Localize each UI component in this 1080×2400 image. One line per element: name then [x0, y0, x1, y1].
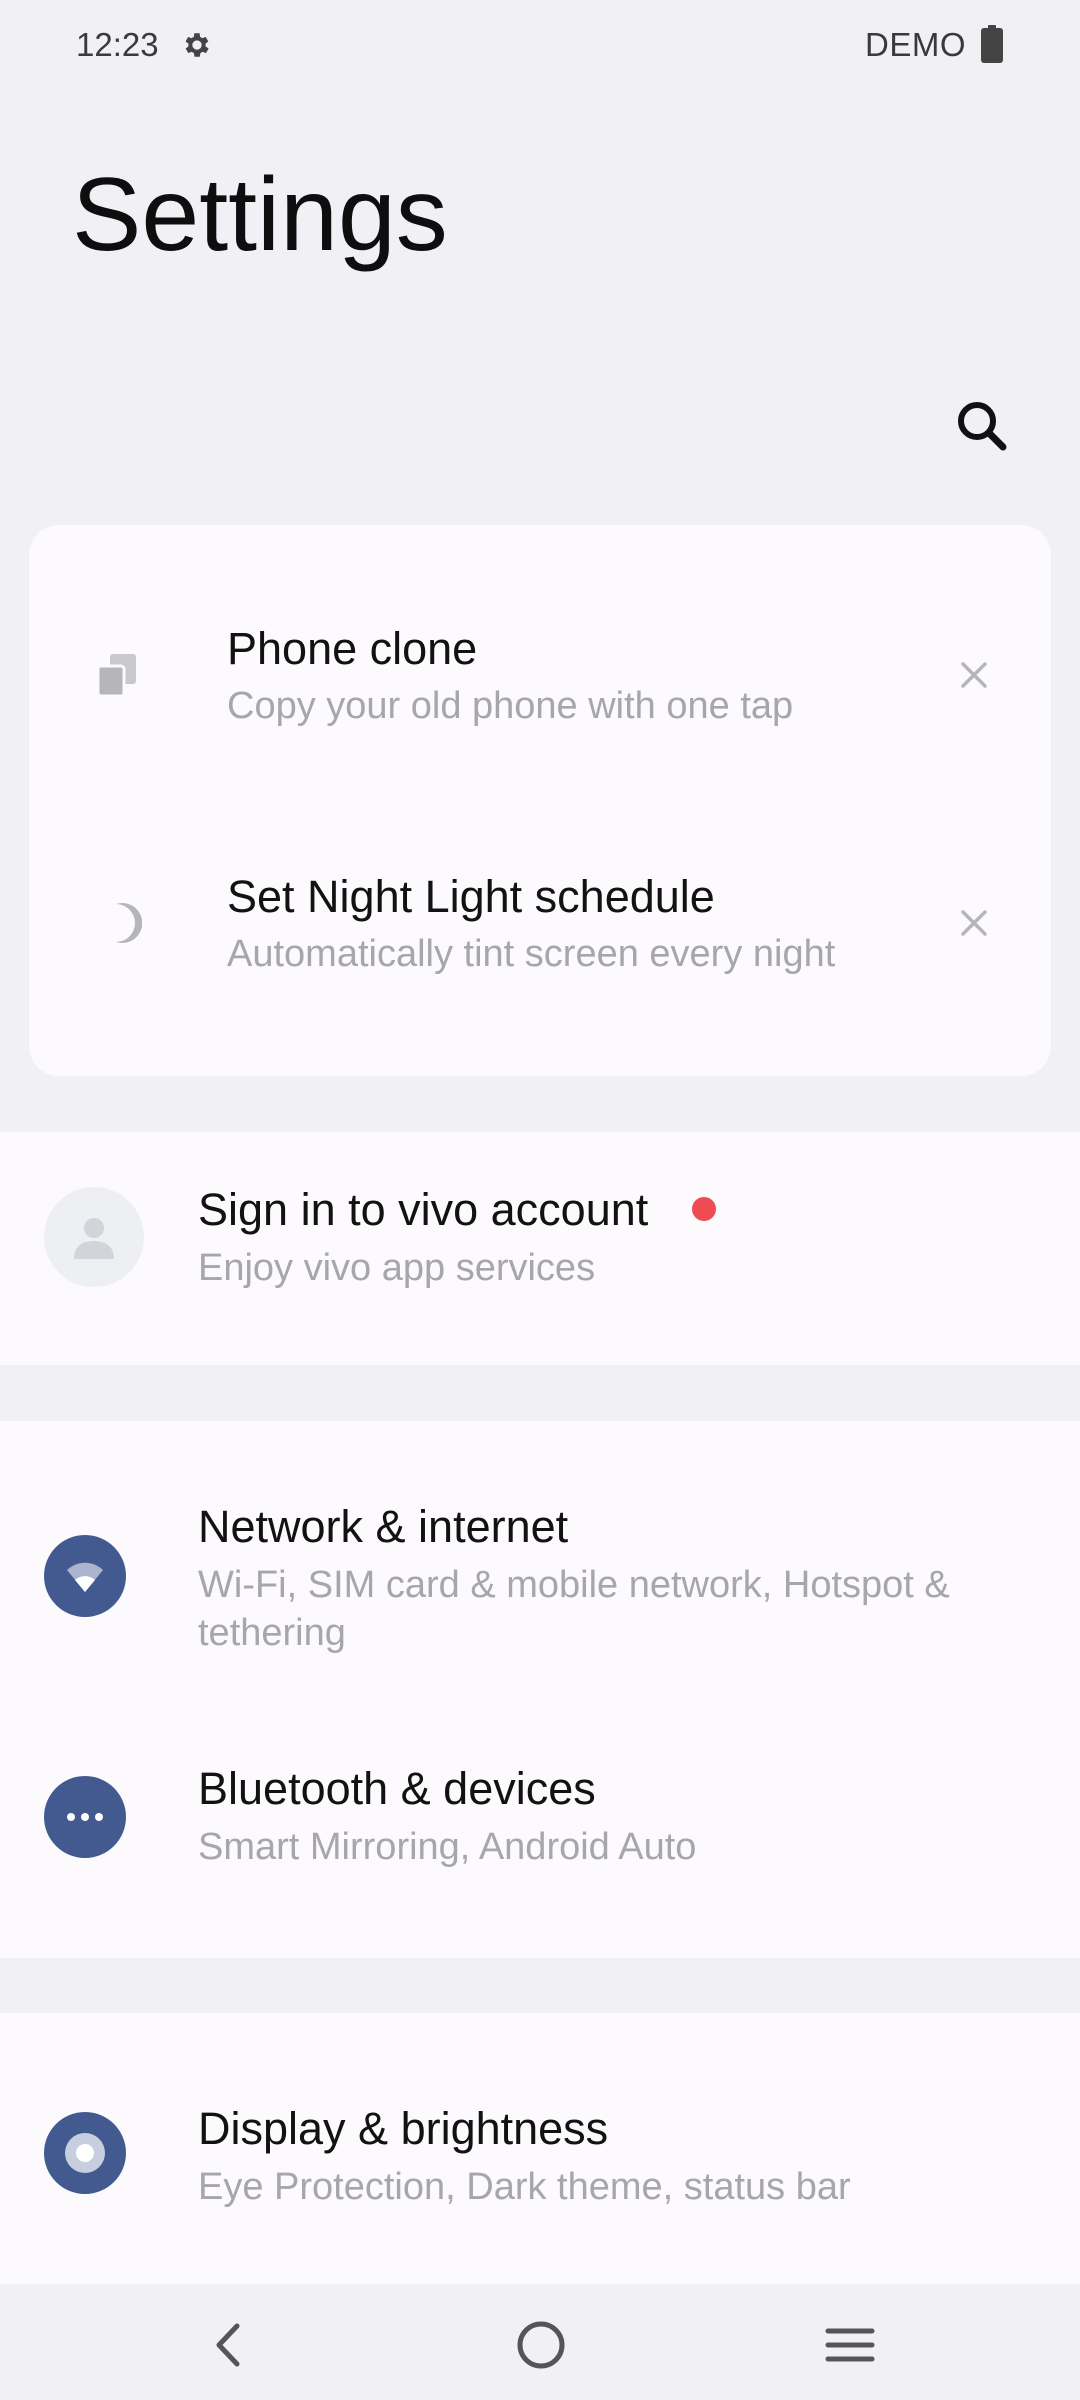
suggestion-night-light[interactable]: Set Night Light schedule Automatically t… [29, 823, 1051, 1023]
suggestion-title: Set Night Light schedule [227, 871, 715, 922]
home-icon[interactable] [506, 2310, 576, 2380]
row-title: Network & internet [198, 1501, 569, 1552]
navigation-bar [0, 2284, 1080, 2400]
network-internet-row[interactable]: Network & internet Wi-Fi, SIM card & mob… [0, 1421, 1080, 1711]
wifi-icon [44, 1535, 126, 1617]
bluetooth-devices-row[interactable]: Bluetooth & devices Smart Mirroring, And… [0, 1711, 1080, 1958]
row-subtitle: Smart Mirroring, Android Auto [198, 1826, 697, 1868]
suggestion-title: Phone clone [227, 623, 478, 674]
status-time: 12:23 [76, 26, 159, 63]
menu-icon[interactable] [815, 2310, 885, 2380]
search-button[interactable] [946, 392, 1018, 464]
more-dots-icon [44, 1776, 126, 1858]
avatar-icon [44, 1187, 144, 1287]
row-subtitle: Enjoy vivo app services [198, 1247, 596, 1289]
row-subtitle: Wi-Fi, SIM card & mobile network, Hotspo… [198, 1564, 950, 1654]
notification-dot [692, 1197, 716, 1221]
suggestion-subtitle: Copy your old phone with one tap [227, 685, 794, 727]
display-icon [44, 2112, 126, 2194]
page-title: Settings [72, 157, 448, 273]
status-carrier-label: DEMO [865, 26, 966, 63]
moon-icon [87, 893, 147, 953]
close-icon[interactable] [954, 903, 994, 943]
display-brightness-row[interactable]: Display & brightness Eye Protection, Dar… [0, 2013, 1080, 2284]
row-title: Display & brightness [198, 2103, 609, 2154]
status-bar: 12:23 DEMO [0, 0, 1080, 92]
connectivity-section: Network & internet Wi-Fi, SIM card & mob… [0, 1421, 1080, 1958]
row-title: Bluetooth & devices [198, 1763, 596, 1814]
account-section: Sign in to vivo account Enjoy vivo app s… [0, 1132, 1080, 1365]
row-title: Sign in to vivo account [198, 1184, 649, 1235]
row-subtitle: Eye Protection, Dark theme, status bar [198, 2166, 851, 2208]
gear-icon [181, 29, 213, 61]
battery-icon [981, 25, 1003, 63]
suggestion-subtitle: Automatically tint screen every night [227, 933, 836, 975]
display-section: Display & brightness Eye Protection, Dar… [0, 2013, 1080, 2284]
sign-in-row[interactable]: Sign in to vivo account Enjoy vivo app s… [0, 1132, 1080, 1365]
search-icon [955, 399, 1009, 458]
back-icon[interactable] [192, 2310, 262, 2380]
close-icon[interactable] [954, 655, 994, 695]
suggestion-phone-clone[interactable]: Phone clone Copy your old phone with one… [29, 575, 1051, 775]
suggestions-card: Phone clone Copy your old phone with one… [29, 525, 1051, 1076]
phone-clone-icon [87, 645, 147, 705]
